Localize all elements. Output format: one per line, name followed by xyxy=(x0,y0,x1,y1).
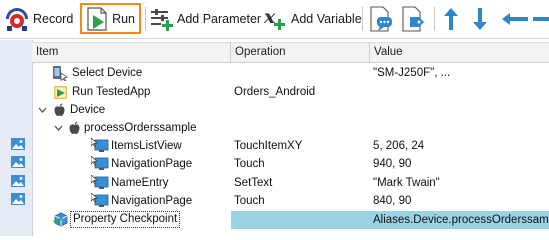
property-checkpoint-icon xyxy=(53,212,68,227)
image-icon[interactable] xyxy=(11,156,25,168)
add-variable-icon: x xyxy=(263,6,285,30)
item-cell: Run TestedApp xyxy=(32,83,231,101)
item-cell: ItemsListView xyxy=(32,137,231,155)
value-cell: Aliases.Device.processOrderssample xyxy=(370,211,549,229)
image-icon[interactable] xyxy=(11,193,25,205)
image-icon[interactable] xyxy=(11,138,25,150)
column-header-item[interactable]: Item xyxy=(32,43,231,62)
column-header-operation[interactable]: Operation xyxy=(231,43,370,62)
table-row[interactable]: Property Checkpoint Aliases.Device.proce… xyxy=(32,211,549,229)
operation-cell: TouchItemXY xyxy=(234,140,303,152)
column-header-value[interactable]: Value xyxy=(370,43,549,62)
select-device-icon xyxy=(53,66,68,81)
item-cell: Device xyxy=(32,101,231,119)
image-icon[interactable] xyxy=(11,175,25,187)
item-label: ItemsListView xyxy=(111,140,182,152)
tag-icon xyxy=(402,5,424,32)
operation-cell: Touch xyxy=(234,195,265,207)
touch-screen-icon xyxy=(91,175,109,189)
run-label: Run xyxy=(112,11,135,26)
add-parameter-icon xyxy=(151,8,173,31)
table-row[interactable]: NavigationPage Touch 940, 90 xyxy=(32,155,549,173)
row-gutter xyxy=(0,40,33,236)
item-label: NameEntry xyxy=(111,177,169,189)
item-cell: NavigationPage xyxy=(32,192,231,210)
operation-cell xyxy=(231,211,370,229)
comment-button[interactable] xyxy=(368,3,394,34)
move-right-button[interactable] xyxy=(533,3,549,34)
table-row[interactable]: NameEntry SetText "Mark Twain" xyxy=(32,174,549,192)
item-label: Run TestedApp xyxy=(72,86,151,98)
tag-button[interactable] xyxy=(400,3,426,34)
arrow-up-icon xyxy=(444,7,458,30)
record-label: Record xyxy=(33,11,74,26)
table-row[interactable]: Select Device "SM-J250F", ... xyxy=(32,64,549,82)
item-cell: Property Checkpoint xyxy=(32,211,231,229)
move-up-button[interactable] xyxy=(440,3,462,34)
item-label: processOrderssample xyxy=(84,122,197,134)
table-row[interactable]: NavigationPage Touch 840, 90 xyxy=(32,192,549,210)
operation-cell xyxy=(231,119,370,137)
grid-header: Item Operation Value xyxy=(32,42,549,63)
toolbar: Record Run Add Parameter x Add Variable xyxy=(0,0,549,39)
arrow-down-icon xyxy=(473,7,487,30)
value-cell: "SM-J250F", ... xyxy=(373,67,451,79)
touch-screen-icon xyxy=(91,156,109,170)
add-variable-button[interactable]: x Add Variable xyxy=(262,3,362,34)
record-button[interactable]: Record xyxy=(3,3,73,34)
collapse-chevron-icon[interactable] xyxy=(54,124,63,133)
comment-icon xyxy=(370,5,392,32)
item-cell: NameEntry xyxy=(32,174,231,192)
item-cell: processOrderssample xyxy=(32,119,231,137)
value-cell: 5, 206, 24 xyxy=(373,140,425,152)
table-row[interactable]: processOrderssample xyxy=(32,119,549,137)
value-cell: 940, 90 xyxy=(373,158,412,170)
move-left-button[interactable] xyxy=(500,3,530,34)
value-cell: 840, 90 xyxy=(373,195,412,207)
run-script-icon xyxy=(87,6,107,31)
toolbar-separator xyxy=(434,7,435,31)
apple-icon xyxy=(54,103,65,116)
item-label: Select Device xyxy=(72,67,143,79)
apple-icon xyxy=(69,121,80,134)
value-cell xyxy=(370,83,549,101)
operation-cell xyxy=(231,64,370,82)
item-label: Property Checkpoint xyxy=(70,211,181,228)
move-down-button[interactable] xyxy=(469,3,491,34)
add-parameter-button[interactable]: Add Parameter xyxy=(149,3,261,34)
toolbar-separator xyxy=(145,7,146,31)
item-cell: Select Device xyxy=(32,64,231,82)
arrow-left-icon xyxy=(502,12,528,25)
touch-screen-icon xyxy=(91,193,109,207)
item-label: Device xyxy=(70,104,106,116)
touch-screen-icon xyxy=(91,138,109,152)
toolbar-separator xyxy=(362,7,363,31)
item-label: NavigationPage xyxy=(111,195,193,207)
operation-cell: Orders_Android xyxy=(234,86,316,98)
operation-cell: SetText xyxy=(234,177,273,189)
run-button[interactable]: Run xyxy=(80,3,141,34)
collapse-chevron-icon[interactable] xyxy=(38,106,47,115)
table-row[interactable]: Device xyxy=(32,101,549,119)
test-steps-grid: Item Operation Value Select Device "SM-J… xyxy=(0,40,549,236)
operation-cell: Touch xyxy=(234,158,265,170)
arrow-right-icon xyxy=(533,16,549,21)
add-variable-label: Add Variable xyxy=(291,11,362,26)
value-cell xyxy=(370,119,549,137)
add-parameter-label: Add Parameter xyxy=(177,11,262,26)
value-cell: "Mark Twain" xyxy=(373,177,440,189)
value-cell xyxy=(370,101,549,119)
table-row[interactable]: ItemsListView TouchItemXY 5, 206, 24 xyxy=(32,137,549,155)
item-label: NavigationPage xyxy=(111,158,193,170)
table-row[interactable]: Run TestedApp Orders_Android xyxy=(32,83,549,101)
operation-cell xyxy=(231,101,370,119)
run-tested-app-icon xyxy=(54,86,67,99)
item-cell: NavigationPage xyxy=(32,155,231,173)
